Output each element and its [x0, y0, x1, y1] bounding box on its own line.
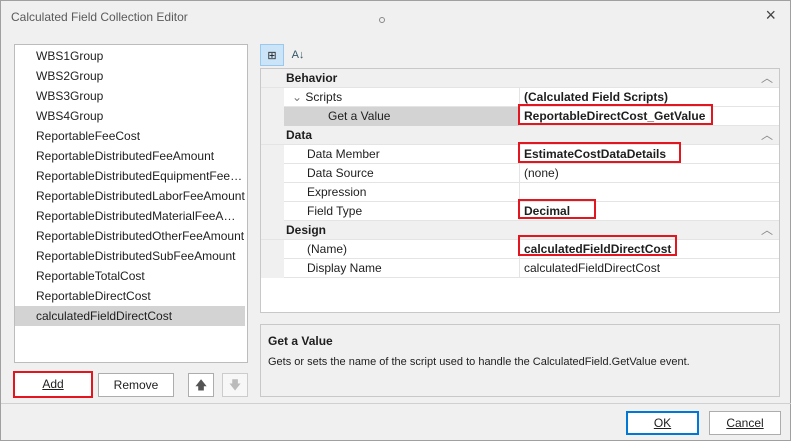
list-item[interactable]: ReportableDirectCost	[15, 286, 245, 306]
highlight-box	[518, 199, 596, 219]
ok-button[interactable]: OK	[626, 411, 699, 435]
description-title: Get a Value	[268, 334, 333, 348]
collapse-icon[interactable]: ︿	[761, 69, 773, 87]
property-name: (Name)	[284, 240, 520, 259]
categorized-icon[interactable]: ⊞	[260, 44, 284, 66]
list-item[interactable]: WBS3Group	[15, 86, 245, 106]
divider	[1, 403, 791, 404]
category-label: Behavior	[286, 71, 338, 85]
cancel-label: Cancel	[726, 416, 764, 430]
list-item[interactable]: calculatedFieldDirectCost	[15, 306, 245, 326]
property-name: Expression	[284, 183, 520, 202]
property-name: Scripts	[305, 90, 343, 104]
list-item[interactable]: ReportableDistributedMaterialFeeAmount	[15, 206, 245, 226]
list-item[interactable]: WBS2Group	[15, 66, 245, 86]
indicator-dot	[379, 17, 385, 23]
category-behavior[interactable]: Behavior ︿	[261, 69, 779, 88]
list-item[interactable]: WBS1Group	[15, 46, 245, 66]
window-title: Calculated Field Collection Editor	[11, 10, 188, 24]
property-name: Get a Value	[284, 107, 520, 126]
remove-label: Remove	[113, 378, 159, 392]
property-value[interactable]: calculatedFieldDirectCost	[520, 259, 660, 277]
expand-chevron-icon[interactable]: ⌄	[292, 90, 305, 104]
list-item[interactable]: ReportableDistributedOtherFeeAmount	[15, 226, 245, 246]
property-row-data-source[interactable]: Data Source (none)	[261, 164, 779, 183]
property-value[interactable]: (none)	[520, 164, 559, 182]
list-item[interactable]: ReportableFeeCost	[15, 126, 245, 146]
arrow-down-icon: 🡇	[228, 378, 242, 392]
category-label: Data	[286, 128, 313, 142]
list-item[interactable]: ReportableDistributedLaborFeeAmount	[15, 186, 245, 206]
list-item[interactable]: ReportableDistributedSubFeeAmount	[15, 246, 245, 266]
collapse-icon[interactable]: ︿	[761, 221, 773, 239]
highlight-box	[518, 104, 713, 125]
close-icon[interactable]: ×	[765, 5, 776, 26]
move-down-button[interactable]: 🡇	[222, 373, 248, 397]
sort-alphabetical-icon[interactable]: A↓	[286, 44, 310, 66]
move-up-button[interactable]: 🡅	[188, 373, 214, 397]
arrow-up-icon: 🡅	[194, 378, 208, 392]
property-name: Data Source	[284, 164, 520, 183]
description-panel: Get a Value Gets or sets the name of the…	[260, 324, 780, 397]
collapse-icon[interactable]: ︿	[761, 126, 773, 144]
description-text: Gets or sets the name of the script used…	[268, 356, 690, 368]
list-item[interactable]: ReportableDistributedEquipmentFeeAmo...	[15, 166, 245, 186]
cancel-button[interactable]: Cancel	[709, 411, 781, 435]
highlight-box	[518, 142, 681, 163]
add-label: Add	[42, 377, 64, 391]
grid-toolbar: ⊞ A↓	[260, 44, 780, 68]
property-row-display-name[interactable]: Display Name calculatedFieldDirectCost	[261, 259, 779, 278]
property-name: Display Name	[284, 259, 520, 278]
highlight-box	[518, 235, 677, 256]
add-button[interactable]: Add	[13, 371, 93, 398]
list-item[interactable]: WBS4Group	[15, 106, 245, 126]
list-item[interactable]: ReportableDistributedFeeAmount	[15, 146, 245, 166]
remove-button[interactable]: Remove	[98, 373, 174, 397]
ok-label: OK	[653, 416, 672, 430]
field-list[interactable]: WBS1Group WBS2Group WBS3Group WBS4Group Repo…	[14, 44, 248, 363]
property-name: Data Member	[284, 145, 520, 164]
list-item[interactable]: ReportableTotalCost	[15, 266, 245, 286]
category-label: Design	[286, 223, 327, 237]
property-name: Field Type	[284, 202, 520, 221]
